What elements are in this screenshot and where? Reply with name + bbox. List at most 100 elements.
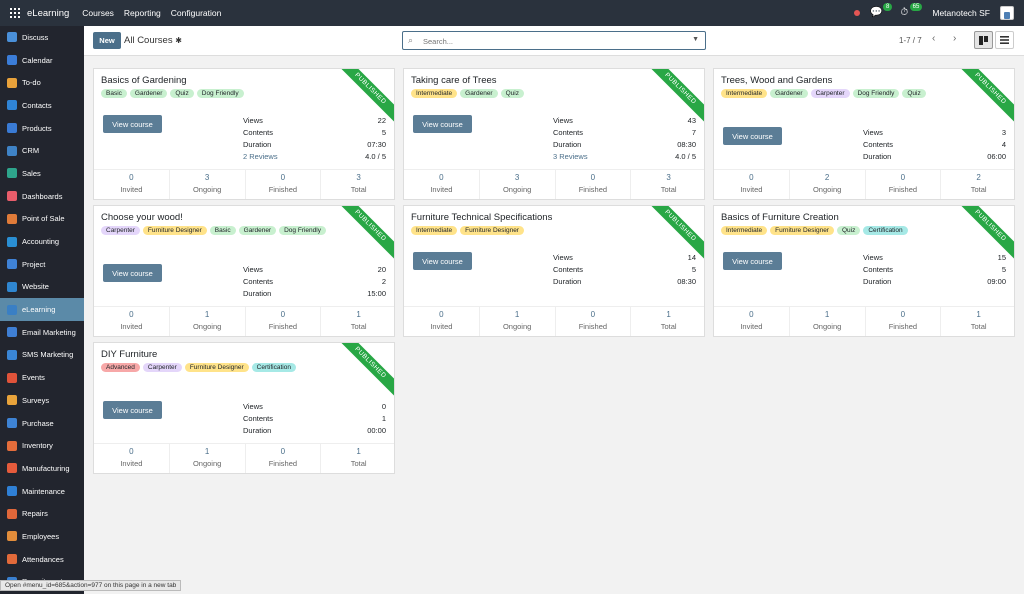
- attendee-invited[interactable]: 0 Invited: [714, 170, 790, 199]
- sidebar-item[interactable]: Employees: [0, 525, 84, 548]
- sidebar-item[interactable]: Events: [0, 366, 84, 389]
- attendee-finished[interactable]: 0 Finished: [246, 307, 322, 336]
- attendee-invited[interactable]: 0 Invited: [404, 307, 480, 336]
- sidebar-item[interactable]: Manufacturing: [0, 457, 84, 480]
- attendee-total[interactable]: 3 Total: [631, 170, 704, 199]
- pager-value[interactable]: 1-7 / 7: [899, 36, 922, 45]
- course-card[interactable]: Basics of Furniture Creation Intermediate…: [713, 205, 1015, 337]
- attendee-finished[interactable]: 0 Finished: [246, 170, 322, 199]
- course-title[interactable]: Taking care of Trees: [411, 75, 497, 86]
- sidebar-item[interactable]: eLearning: [0, 298, 84, 321]
- attendee-ongoing[interactable]: 1 Ongoing: [790, 307, 866, 336]
- chevron-down-icon[interactable]: ▼: [692, 36, 699, 43]
- attendee-finished[interactable]: 0 Finished: [556, 170, 632, 199]
- attendee-invited[interactable]: 0 Invited: [404, 170, 480, 199]
- menu-courses[interactable]: Courses: [82, 8, 114, 18]
- menu-configuration[interactable]: Configuration: [171, 8, 222, 18]
- attendee-ongoing[interactable]: 3 Ongoing: [480, 170, 556, 199]
- search-bar[interactable]: ⌕ ▼: [402, 31, 706, 50]
- sidebar-item[interactable]: Surveys: [0, 389, 84, 412]
- attendee-invited[interactable]: 0 Invited: [94, 444, 170, 473]
- course-title[interactable]: Furniture Technical Specifications: [411, 212, 552, 223]
- sidebar-item[interactable]: Accounting: [0, 230, 84, 253]
- sidebar-item[interactable]: SMS Marketing: [0, 344, 84, 367]
- sidebar-item[interactable]: Repairs: [0, 502, 84, 525]
- course-title[interactable]: DIY Furniture: [101, 349, 157, 360]
- attendee-ongoing[interactable]: 1 Ongoing: [480, 307, 556, 336]
- gear-icon[interactable]: ✱: [175, 36, 182, 45]
- status-dot-icon[interactable]: [854, 10, 861, 16]
- sidebar-item[interactable]: Discuss: [0, 26, 84, 49]
- sidebar-item[interactable]: Sales: [0, 162, 84, 185]
- sidebar-item[interactable]: Dashboards: [0, 185, 84, 208]
- sidebar-item[interactable]: Calendar: [0, 49, 84, 72]
- course-title[interactable]: Trees, Wood and Gardens: [721, 75, 832, 86]
- course-card[interactable]: Trees, Wood and Gardens Intermediate Garde…: [713, 68, 1015, 200]
- course-card[interactable]: Taking care of Trees Intermediate Gardener…: [403, 68, 705, 200]
- sidebar-item[interactable]: Maintenance: [0, 480, 84, 503]
- view-course-button[interactable]: View course: [413, 115, 472, 133]
- app-brand[interactable]: eLearning: [27, 8, 69, 19]
- reviews-link[interactable]: 2 Reviews: [243, 151, 278, 163]
- attendee-ongoing[interactable]: 2 Ongoing: [790, 170, 866, 199]
- activities-icon[interactable]: ⏱ 65: [900, 3, 923, 19]
- course-stats: Views 43 Contents 7 Duration 08:30 3 Reviews 4.…: [553, 115, 696, 163]
- user-avatar[interactable]: [1000, 6, 1014, 20]
- course-title[interactable]: Basics of Gardening: [101, 75, 187, 86]
- attendee-invited[interactable]: 0 Invited: [94, 170, 170, 199]
- attendee-finished[interactable]: 0 Finished: [866, 170, 942, 199]
- sidebar-item[interactable]: Products: [0, 117, 84, 140]
- course-card[interactable]: DIY Furniture Advanced Carpenter Furniture …: [93, 342, 395, 474]
- attendee-ongoing[interactable]: 3 Ongoing: [170, 170, 246, 199]
- view-course-button[interactable]: View course: [103, 264, 162, 282]
- chevron-left-icon[interactable]: ‹: [932, 33, 935, 44]
- attendee-total[interactable]: 1 Total: [321, 444, 394, 473]
- view-course-button[interactable]: View course: [413, 252, 472, 270]
- attendee-total[interactable]: 2 Total: [941, 170, 1014, 199]
- messages-icon[interactable]: 💬 8: [870, 3, 893, 19]
- course-title[interactable]: Basics of Furniture Creation: [721, 212, 839, 223]
- sidebar-item[interactable]: Inventory: [0, 434, 84, 457]
- attendee-total[interactable]: 1 Total: [321, 307, 394, 336]
- kanban-view-icon[interactable]: [974, 31, 993, 49]
- sidebar-item[interactable]: Email Marketing: [0, 321, 84, 344]
- sidebar-item[interactable]: Website: [0, 276, 84, 299]
- app-icon: [7, 145, 17, 156]
- view-course-button[interactable]: View course: [103, 401, 162, 419]
- sidebar-item[interactable]: Contacts: [0, 94, 84, 117]
- attendee-total[interactable]: 3 Total: [321, 170, 394, 199]
- company-switcher[interactable]: Metanotech SF: [932, 8, 990, 18]
- sidebar-item[interactable]: Project: [0, 253, 84, 276]
- attendee-total[interactable]: 1 Total: [941, 307, 1014, 336]
- attendee-invited[interactable]: 0 Invited: [94, 307, 170, 336]
- search-input[interactable]: [423, 35, 683, 47]
- sidebar-item[interactable]: Attendances: [0, 548, 84, 571]
- attendee-invited[interactable]: 0 Invited: [714, 307, 790, 336]
- attendee-count: 2: [824, 173, 830, 182]
- attendee-finished[interactable]: 0 Finished: [866, 307, 942, 336]
- attendee-finished[interactable]: 0 Finished: [556, 307, 632, 336]
- course-title[interactable]: Choose your wood!: [101, 212, 183, 223]
- attendee-ongoing[interactable]: 1 Ongoing: [170, 444, 246, 473]
- app-icon: [7, 100, 17, 111]
- view-course-button[interactable]: View course: [723, 252, 782, 270]
- sidebar-item[interactable]: CRM: [0, 139, 84, 162]
- reviews-link[interactable]: 3 Reviews: [553, 151, 588, 163]
- course-card[interactable]: Choose your wood! Carpenter Furniture Desi…: [93, 205, 395, 337]
- app-switcher-icon[interactable]: [10, 8, 20, 18]
- course-card[interactable]: Basics of Gardening Basic Gardener Quiz Dog …: [93, 68, 395, 200]
- list-view-icon[interactable]: [995, 31, 1014, 49]
- app-icon: [7, 32, 17, 43]
- attendee-finished[interactable]: 0 Finished: [246, 444, 322, 473]
- sidebar-item[interactable]: Point of Sale: [0, 208, 84, 231]
- new-button[interactable]: New: [93, 32, 121, 49]
- chevron-right-icon[interactable]: ›: [953, 33, 956, 44]
- menu-reporting[interactable]: Reporting: [124, 8, 161, 18]
- attendee-ongoing[interactable]: 1 Ongoing: [170, 307, 246, 336]
- view-course-button[interactable]: View course: [723, 127, 782, 145]
- attendee-total[interactable]: 1 Total: [631, 307, 704, 336]
- sidebar-item[interactable]: Purchase: [0, 412, 84, 435]
- sidebar-item[interactable]: To-do: [0, 71, 84, 94]
- view-course-button[interactable]: View course: [103, 115, 162, 133]
- course-card[interactable]: Furniture Technical Specifications Interm…: [403, 205, 705, 337]
